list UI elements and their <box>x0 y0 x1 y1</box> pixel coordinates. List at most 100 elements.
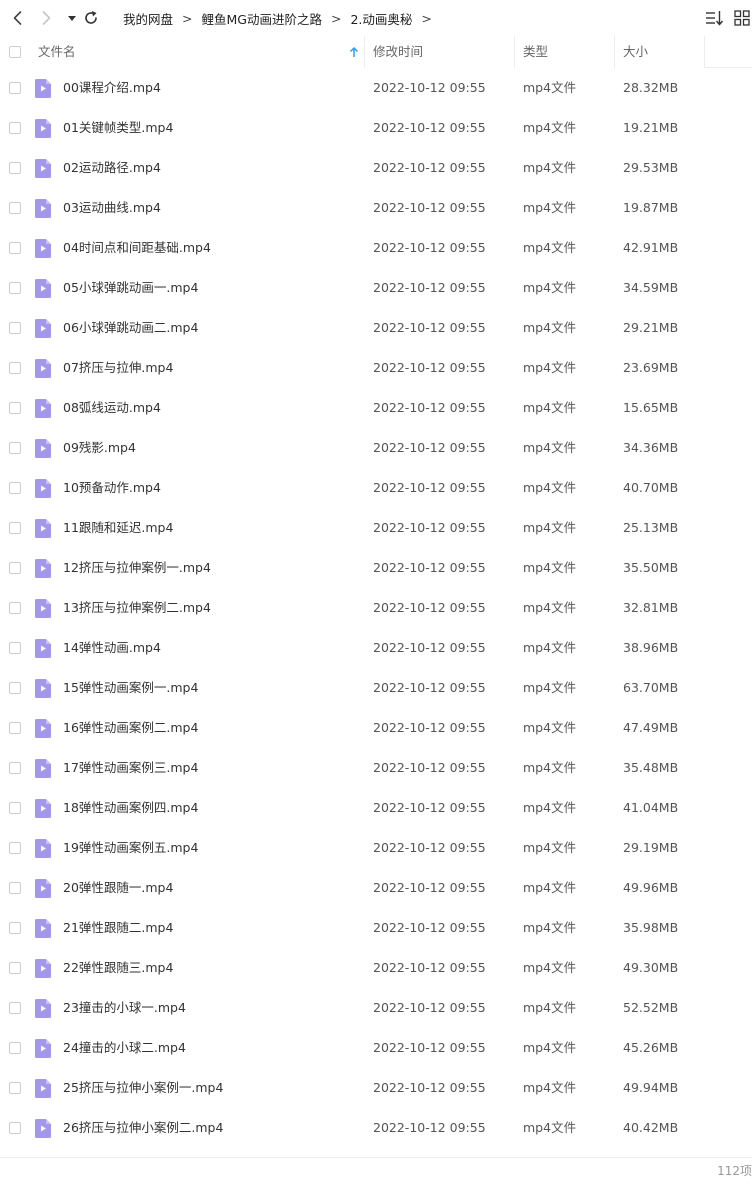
file-name[interactable]: 21弹性跟随二.mp4 <box>63 908 173 948</box>
file-row[interactable]: 24撞击的小球二.mp4 2022-10-12 09:55 mp4文件 45.26MB <box>0 1028 752 1068</box>
file-name[interactable]: 02运动路径.mp4 <box>63 148 161 188</box>
row-checkbox[interactable] <box>9 82 21 94</box>
file-name[interactable]: 22弹性跟随三.mp4 <box>63 948 173 988</box>
row-checkbox[interactable] <box>9 642 21 654</box>
file-row[interactable]: 07挤压与拉伸.mp4 2022-10-12 09:55 mp4文件 23.69MB <box>0 348 752 388</box>
row-checkbox[interactable] <box>9 922 21 934</box>
file-name[interactable]: 03运动曲线.mp4 <box>63 188 161 228</box>
file-row[interactable]: 21弹性跟随二.mp4 2022-10-12 09:55 mp4文件 35.98MB <box>0 908 752 948</box>
sort-menu-button[interactable] <box>704 8 724 28</box>
row-checkbox[interactable] <box>9 482 21 494</box>
row-checkbox[interactable] <box>9 1042 21 1054</box>
select-all-checkbox[interactable] <box>9 46 21 58</box>
column-divider[interactable] <box>614 36 615 68</box>
column-header-modified[interactable]: 修改时间 <box>373 36 423 68</box>
row-checkbox[interactable] <box>9 562 21 574</box>
file-row[interactable]: 25挤压与拉伸小案例一.mp4 2022-10-12 09:55 mp4文件 49.9… <box>0 1068 752 1108</box>
file-row[interactable]: 10预备动作.mp4 2022-10-12 09:55 mp4文件 40.70MB <box>0 468 752 508</box>
forward-button[interactable] <box>36 8 56 28</box>
file-row[interactable]: 09残影.mp4 2022-10-12 09:55 mp4文件 34.36MB <box>0 428 752 468</box>
file-row[interactable]: 04时间点和间距基础.mp4 2022-10-12 09:55 mp4文件 42.91… <box>0 228 752 268</box>
row-checkbox[interactable] <box>9 402 21 414</box>
file-name[interactable]: 16弹性动画案例二.mp4 <box>63 708 198 748</box>
file-name[interactable]: 09残影.mp4 <box>63 428 136 468</box>
file-row[interactable]: 02运动路径.mp4 2022-10-12 09:55 mp4文件 29.53MB <box>0 148 752 188</box>
column-header-type[interactable]: 类型 <box>523 36 548 68</box>
file-row[interactable]: 08弧线运动.mp4 2022-10-12 09:55 mp4文件 15.65MB <box>0 388 752 428</box>
row-checkbox[interactable] <box>9 962 21 974</box>
file-name[interactable]: 07挤压与拉伸.mp4 <box>63 348 173 388</box>
row-checkbox[interactable] <box>9 1082 21 1094</box>
file-name[interactable]: 05小球弹跳动画一.mp4 <box>63 268 198 308</box>
column-divider[interactable] <box>364 36 365 68</box>
arrow-up-icon[interactable] <box>348 46 360 58</box>
file-row[interactable]: 19弹性动画案例五.mp4 2022-10-12 09:55 mp4文件 29.19M… <box>0 828 752 868</box>
row-checkbox[interactable] <box>9 442 21 454</box>
row-checkbox[interactable] <box>9 522 21 534</box>
file-name[interactable]: 18弹性动画案例四.mp4 <box>63 788 198 828</box>
file-row[interactable]: 12挤压与拉伸案例一.mp4 2022-10-12 09:55 mp4文件 35.50… <box>0 548 752 588</box>
row-checkbox[interactable] <box>9 202 21 214</box>
file-row[interactable]: 06小球弹跳动画二.mp4 2022-10-12 09:55 mp4文件 29.21M… <box>0 308 752 348</box>
row-checkbox[interactable] <box>9 162 21 174</box>
history-dropdown-button[interactable] <box>62 8 82 28</box>
breadcrumb-item-root[interactable]: 我的网盘 <box>123 9 173 28</box>
row-checkbox[interactable] <box>9 882 21 894</box>
file-row[interactable]: 18弹性动画案例四.mp4 2022-10-12 09:55 mp4文件 41.04M… <box>0 788 752 828</box>
column-divider[interactable] <box>514 36 515 68</box>
breadcrumb-separator[interactable]: > <box>421 11 431 26</box>
file-name[interactable]: 26挤压与拉伸小案例二.mp4 <box>63 1108 223 1148</box>
file-name[interactable]: 12挤压与拉伸案例一.mp4 <box>63 548 211 588</box>
file-row[interactable]: 26挤压与拉伸小案例二.mp4 2022-10-12 09:55 mp4文件 40.4… <box>0 1108 752 1148</box>
row-checkbox[interactable] <box>9 602 21 614</box>
file-name[interactable]: 11跟随和延迟.mp4 <box>63 508 173 548</box>
row-checkbox[interactable] <box>9 802 21 814</box>
file-name[interactable]: 00课程介绍.mp4 <box>63 68 161 108</box>
file-name[interactable]: 17弹性动画案例三.mp4 <box>63 748 198 788</box>
row-checkbox[interactable] <box>9 682 21 694</box>
file-row[interactable]: 11跟随和延迟.mp4 2022-10-12 09:55 mp4文件 25.13MB <box>0 508 752 548</box>
file-row[interactable]: 01关键帧类型.mp4 2022-10-12 09:55 mp4文件 19.21MB <box>0 108 752 148</box>
file-row[interactable]: 23撞击的小球一.mp4 2022-10-12 09:55 mp4文件 52.52MB <box>0 988 752 1028</box>
file-name[interactable]: 08弧线运动.mp4 <box>63 388 161 428</box>
row-checkbox[interactable] <box>9 282 21 294</box>
file-name[interactable]: 15弹性动画案例一.mp4 <box>63 668 198 708</box>
breadcrumb-item-course[interactable]: 鲤鱼MG动画进阶之路 <box>202 9 322 28</box>
grid-view-button[interactable] <box>732 8 752 28</box>
file-name[interactable]: 20弹性跟随一.mp4 <box>63 868 173 908</box>
file-name[interactable]: 25挤压与拉伸小案例一.mp4 <box>63 1068 223 1108</box>
file-row[interactable]: 00课程介绍.mp4 2022-10-12 09:55 mp4文件 28.32MB <box>0 68 752 108</box>
file-name[interactable]: 01关键帧类型.mp4 <box>63 108 173 148</box>
breadcrumb-item-current[interactable]: 2.动画奥秘 <box>350 9 412 28</box>
refresh-button[interactable] <box>81 8 101 28</box>
file-name[interactable]: 04时间点和间距基础.mp4 <box>63 228 211 268</box>
file-name[interactable]: 06小球弹跳动画二.mp4 <box>63 308 198 348</box>
column-header-size[interactable]: 大小 <box>623 36 648 68</box>
row-checkbox[interactable] <box>9 322 21 334</box>
file-name[interactable]: 19弹性动画案例五.mp4 <box>63 828 198 868</box>
file-row[interactable]: 22弹性跟随三.mp4 2022-10-12 09:55 mp4文件 49.30MB <box>0 948 752 988</box>
file-row[interactable]: 03运动曲线.mp4 2022-10-12 09:55 mp4文件 19.87MB <box>0 188 752 228</box>
file-row[interactable]: 14弹性动画.mp4 2022-10-12 09:55 mp4文件 38.96MB <box>0 628 752 668</box>
row-checkbox[interactable] <box>9 1122 21 1134</box>
file-name[interactable]: 10预备动作.mp4 <box>63 468 161 508</box>
row-checkbox[interactable] <box>9 242 21 254</box>
row-checkbox[interactable] <box>9 762 21 774</box>
file-row[interactable]: 15弹性动画案例一.mp4 2022-10-12 09:55 mp4文件 63.70M… <box>0 668 752 708</box>
row-checkbox[interactable] <box>9 1002 21 1014</box>
row-checkbox[interactable] <box>9 842 21 854</box>
row-checkbox[interactable] <box>9 722 21 734</box>
file-row[interactable]: 05小球弹跳动画一.mp4 2022-10-12 09:55 mp4文件 34.59M… <box>0 268 752 308</box>
column-header-name[interactable]: 文件名 <box>38 36 76 68</box>
file-name[interactable]: 23撞击的小球一.mp4 <box>63 988 186 1028</box>
row-checkbox[interactable] <box>9 122 21 134</box>
file-row[interactable]: 20弹性跟随一.mp4 2022-10-12 09:55 mp4文件 49.96MB <box>0 868 752 908</box>
file-row[interactable]: 17弹性动画案例三.mp4 2022-10-12 09:55 mp4文件 35.48M… <box>0 748 752 788</box>
back-button[interactable] <box>8 8 28 28</box>
row-checkbox[interactable] <box>9 362 21 374</box>
file-row[interactable]: 16弹性动画案例二.mp4 2022-10-12 09:55 mp4文件 47.49M… <box>0 708 752 748</box>
file-name[interactable]: 14弹性动画.mp4 <box>63 628 161 668</box>
file-name[interactable]: 24撞击的小球二.mp4 <box>63 1028 186 1068</box>
file-name[interactable]: 13挤压与拉伸案例二.mp4 <box>63 588 211 628</box>
file-row[interactable]: 13挤压与拉伸案例二.mp4 2022-10-12 09:55 mp4文件 32.81… <box>0 588 752 628</box>
